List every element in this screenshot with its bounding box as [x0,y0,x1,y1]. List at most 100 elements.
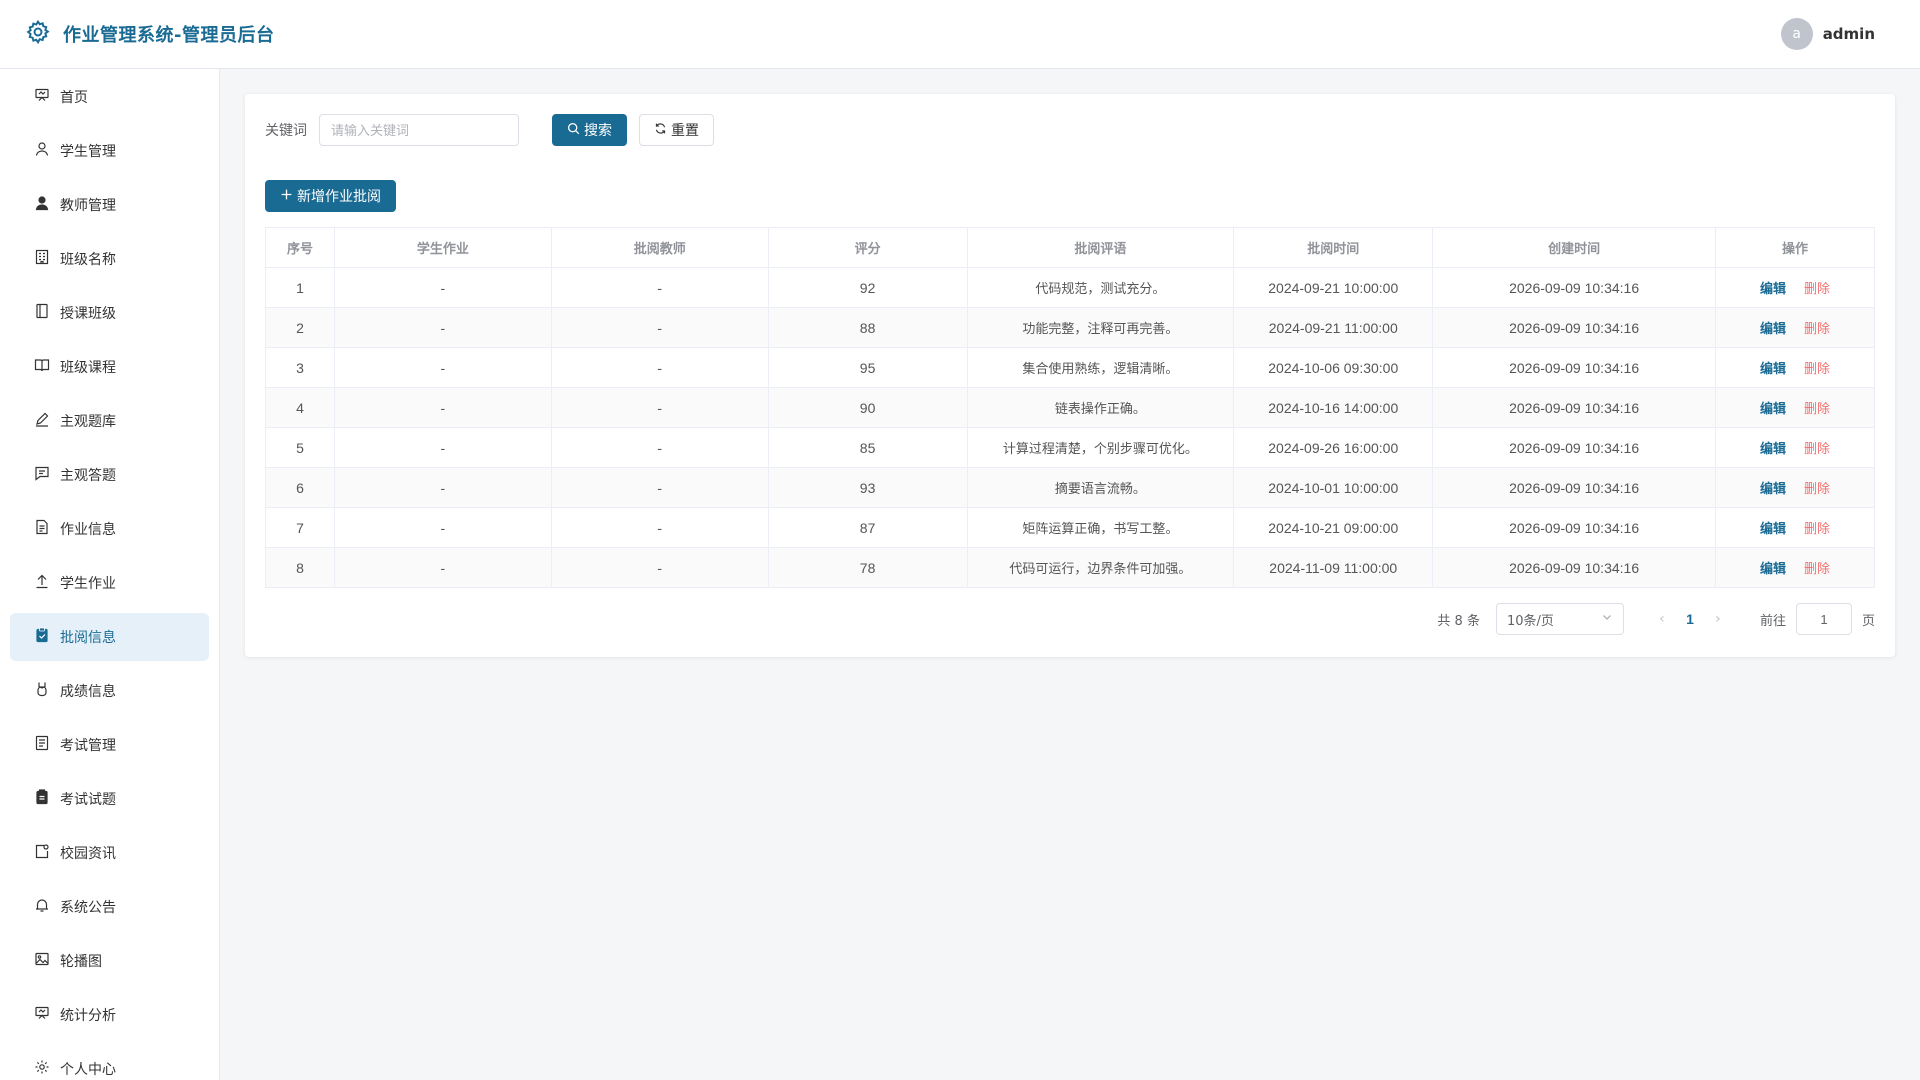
delete-button[interactable]: 删除 [1804,482,1830,497]
page-number[interactable]: 1 [1676,611,1704,627]
cell-comment: 集合使用熟练，逻辑清晰。 [966,347,1235,388]
sidebar-item-label: 作业信息 [60,522,116,538]
sidebar-item-9[interactable]: 学生作业 [10,559,209,607]
delete-button[interactable]: 删除 [1804,562,1830,577]
keyword-input[interactable] [319,114,519,146]
edit-button[interactable]: 编辑 [1760,362,1786,377]
add-button-label: 新增作业批阅 [297,189,381,205]
cell-homework: - [333,467,552,508]
sidebar-item-14[interactable]: 校园资讯 [10,829,209,877]
sidebar-item-6[interactable]: 主观题库 [10,397,209,445]
cell-actions: 编辑 删除 [1715,307,1875,348]
sidebar-item-3[interactable]: 班级名称 [10,235,209,283]
delete-button[interactable]: 删除 [1804,322,1830,337]
sidebar-item-5[interactable]: 班级课程 [10,343,209,391]
checked-clipboard-icon [34,627,50,647]
edit-button[interactable]: 编辑 [1760,282,1786,297]
delete-button[interactable]: 删除 [1804,282,1830,297]
sidebar-item-16[interactable]: 轮播图 [10,937,209,985]
sidebar-item-label: 学生作业 [60,576,116,592]
reset-button-label: 重置 [671,123,699,139]
sidebar: 首页学生管理教师管理班级名称授课班级班级课程主观题库主观答题作业信息学生作业批阅… [0,69,220,1080]
add-review-button[interactable]: 新增作业批阅 [265,180,396,212]
cell-index: 7 [265,507,335,548]
reset-button[interactable]: 重置 [639,114,714,146]
prev-page-icon[interactable]: ‹ [1648,611,1676,627]
sidebar-item-12[interactable]: 考试管理 [10,721,209,769]
cell-actions: 编辑 删除 [1715,347,1875,388]
delete-button[interactable]: 删除 [1804,522,1830,537]
delete-button[interactable]: 删除 [1804,402,1830,417]
sidebar-item-label: 校园资讯 [60,846,116,862]
edit-pen-icon [34,411,50,431]
next-page-icon[interactable]: › [1704,611,1732,627]
table-row: 4- -90 链表操作正确。 2024-10-16 14:00:00 2026-09-0… [265,387,1875,428]
edit-button[interactable]: 编辑 [1760,322,1786,337]
cell-actions: 编辑 删除 [1715,427,1875,468]
cell-teacher: - [550,547,769,588]
cell-score: 90 [767,387,968,428]
column-header: 操作 [1715,227,1875,268]
sidebar-item-label: 批阅信息 [60,630,116,646]
cell-comment: 代码可运行，边界条件可加强。 [966,547,1235,588]
cell-score: 88 [767,307,968,348]
cell-teacher: - [550,267,769,308]
toolbar: 新增作业批阅 [265,180,1875,212]
cell-comment: 功能完整，注释可再完善。 [966,307,1235,348]
total-count: 共 8 条 [1437,613,1480,629]
sidebar-item-8[interactable]: 作业信息 [10,505,209,553]
page-size-select[interactable]: 10条/页 [1495,603,1624,635]
sidebar-item-18[interactable]: 个人中心 [10,1045,209,1080]
sidebar-item-label: 班级名称 [60,252,116,268]
edit-button[interactable]: 编辑 [1760,402,1786,417]
edit-button[interactable]: 编辑 [1760,482,1786,497]
edit-button[interactable]: 编辑 [1760,442,1786,457]
cell-created-time: 2026-09-09 10:34:16 [1432,387,1717,428]
delete-button[interactable]: 删除 [1804,442,1830,457]
page-size-value: 10条/页 [1506,613,1554,629]
edit-button[interactable]: 编辑 [1760,522,1786,537]
home-icon [34,87,50,107]
sidebar-item-label: 系统公告 [60,900,116,916]
building-icon [34,249,50,269]
cell-actions: 编辑 删除 [1715,387,1875,428]
column-header: 批阅评语 [966,227,1235,268]
sidebar-item-1[interactable]: 学生管理 [10,127,209,175]
column-header: 序号 [265,227,335,268]
edit-button[interactable]: 编辑 [1760,562,1786,577]
sidebar-item-10[interactable]: 批阅信息 [10,613,209,661]
cell-homework: - [333,307,552,348]
delete-button[interactable]: 删除 [1804,362,1830,377]
sidebar-item-2[interactable]: 教师管理 [10,181,209,229]
table-row: 7- -87 矩阵运算正确，书写工整。 2024-10-21 09:00:00 2026… [265,507,1875,548]
plus-icon [280,188,293,205]
sidebar-item-0[interactable]: 首页 [10,73,209,121]
sidebar-item-11[interactable]: 成绩信息 [10,667,209,715]
pagination: 共 8 条 10条/页 ‹ 1 › 前往 页 [265,603,1875,635]
keyword-label: 关键词 [265,123,307,139]
chevron-down-icon [1601,611,1613,627]
app-title: 作业管理系统-管理员后台 [63,25,275,46]
username[interactable]: admin [1823,25,1875,43]
cell-score: 93 [767,467,968,508]
sidebar-item-13[interactable]: 考试试题 [10,775,209,823]
user-menu[interactable]: a admin [1780,18,1875,50]
list-clipboard-icon [34,789,50,809]
cell-score: 92 [767,267,968,308]
sidebar-item-7[interactable]: 主观答题 [10,451,209,499]
column-header: 评分 [767,227,968,268]
sidebar-item-label: 考试管理 [60,738,116,754]
sidebar-item-label: 轮播图 [60,954,102,970]
page-jump-input[interactable] [1795,603,1852,635]
cell-review-time: 2024-11-09 11:00:00 [1233,547,1434,588]
cell-index: 4 [265,387,335,428]
cell-index: 3 [265,347,335,388]
cell-review-time: 2024-10-16 14:00:00 [1233,387,1434,428]
sidebar-item-17[interactable]: 统计分析 [10,991,209,1039]
avatar[interactable]: a [1780,18,1813,50]
table-row: 2- -88 功能完整，注释可再完善。 2024-09-21 11:00:00 2026… [265,307,1875,348]
search-button[interactable]: 搜索 [552,114,627,146]
cell-homework: - [333,267,552,308]
sidebar-item-15[interactable]: 系统公告 [10,883,209,931]
sidebar-item-4[interactable]: 授课班级 [10,289,209,337]
